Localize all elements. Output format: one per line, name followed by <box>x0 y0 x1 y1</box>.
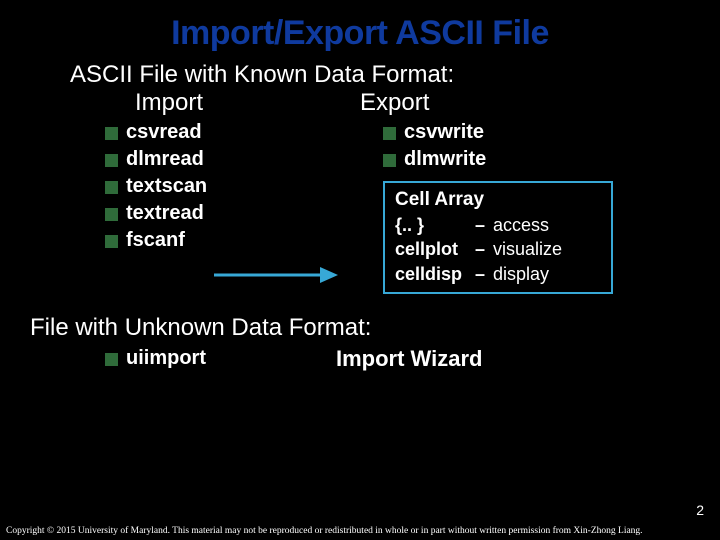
box-header: Cell Array <box>395 189 601 211</box>
slide-title: Import/Export ASCII File <box>0 0 720 61</box>
copyright-text: Copyright © 2015 University of Maryland.… <box>6 526 643 536</box>
box-val: access <box>493 213 549 237</box>
item-label: dlmwrite <box>404 148 486 171</box>
square-bullet-icon <box>105 208 118 221</box>
square-bullet-icon <box>383 154 396 167</box>
dash-icon: – <box>475 213 493 237</box>
item-label: csvwrite <box>404 121 484 144</box>
box-row: cellplot–visualize <box>395 237 601 261</box>
list-item: textscan <box>105 175 323 198</box>
square-bullet-icon <box>105 235 118 248</box>
section2-heading: File with Unknown Data Format: <box>30 314 650 342</box>
box-val: visualize <box>493 237 562 261</box>
dash-icon: – <box>475 237 493 261</box>
list-item: dlmwrite <box>383 148 613 171</box>
item-label: textscan <box>126 175 207 198</box>
box-row: {.. }–access <box>395 213 601 237</box>
lists-row: csvread dlmread textscan textread fscanf… <box>70 121 650 294</box>
column-headers: Import Export <box>70 89 650 117</box>
box-val: display <box>493 262 549 286</box>
item-label: fscanf <box>126 229 185 252</box>
item-label: dlmread <box>126 148 204 171</box>
box-key: celldisp <box>395 262 475 286</box>
slide-body: ASCII File with Known Data Format: Impor… <box>0 61 720 372</box>
box-row: celldisp–display <box>395 262 601 286</box>
section2-row: uiimport Import Wizard <box>70 346 650 372</box>
list-item: csvread <box>105 121 323 144</box>
square-bullet-icon <box>383 127 396 140</box>
dash-icon: – <box>475 262 493 286</box>
square-bullet-icon <box>105 154 118 167</box>
export-header: Export <box>360 89 429 117</box>
list-item: csvwrite <box>383 121 613 144</box>
square-bullet-icon <box>105 127 118 140</box>
list-item: textread <box>105 202 323 225</box>
item-label: csvread <box>126 121 202 144</box>
square-bullet-icon <box>105 181 118 194</box>
box-key: cellplot <box>395 237 475 261</box>
square-bullet-icon <box>105 353 118 366</box>
list-item: dlmread <box>105 148 323 171</box>
cell-array-box: Cell Array {.. }–access cellplot–visuali… <box>383 181 613 294</box>
section1-heading: ASCII File with Known Data Format: <box>70 61 650 89</box>
box-key: {.. } <box>395 213 475 237</box>
list-item: uiimport <box>105 347 206 370</box>
item-label: textread <box>126 202 204 225</box>
import-wizard-label: Import Wizard <box>336 346 482 372</box>
item-label: uiimport <box>126 347 206 370</box>
import-header: Import <box>135 89 335 117</box>
list-item: fscanf <box>105 229 323 252</box>
page-number: 2 <box>696 502 704 518</box>
import-list: csvread dlmread textscan textread fscanf <box>105 121 323 294</box>
export-list: csvwrite dlmwrite Cell Array {.. }–acces… <box>383 121 613 294</box>
